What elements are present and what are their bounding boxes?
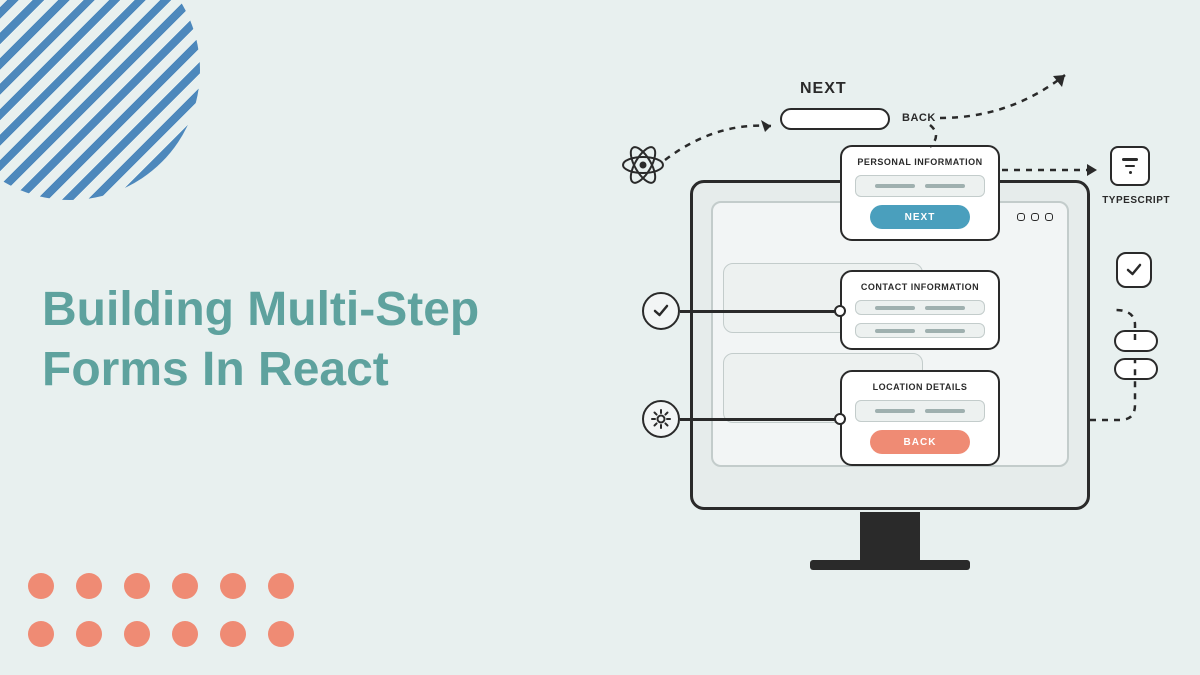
form-card-header: CONTACT INFORMATION	[861, 282, 979, 292]
typescript-icon	[1110, 146, 1150, 186]
form-field-placeholder	[855, 323, 985, 338]
dashed-path	[1090, 310, 1160, 430]
monitor-stand	[860, 512, 920, 562]
back-button: BACK	[870, 430, 970, 454]
monitor-base	[810, 560, 970, 570]
connector-line	[680, 418, 840, 421]
window-controls	[1017, 213, 1053, 221]
connector-line	[680, 310, 840, 313]
form-field-placeholder	[855, 300, 985, 315]
form-card-header: LOCATION DETAILS	[873, 382, 968, 392]
form-card-header: PERSONAL INFORMATION	[857, 157, 982, 167]
form-card-contact: CONTACT INFORMATION	[840, 270, 1000, 350]
checkmark-box-icon	[1116, 252, 1152, 288]
next-button: NEXT	[870, 205, 970, 229]
connector-dot	[834, 413, 846, 425]
form-card-personal: PERSONAL INFORMATION NEXT	[840, 145, 1000, 241]
back-label: BACK	[902, 112, 936, 124]
react-icon	[618, 140, 668, 190]
dashed-arrow	[940, 70, 1080, 140]
next-label: NEXT	[800, 80, 847, 98]
form-field-placeholder	[855, 175, 985, 197]
next-pill-button	[780, 108, 890, 130]
page-title: Building Multi-Step Forms In React	[42, 280, 602, 400]
stripes-decoration	[0, 0, 200, 200]
step-gear-icon	[642, 400, 680, 438]
illustration: NEXT BACK PERSONAL INFORMATION NEXT CONT…	[610, 60, 1170, 620]
step-checkmark-icon	[642, 292, 680, 330]
typescript-label: TYPESCRIPT	[1102, 195, 1170, 206]
connector-dot	[834, 305, 846, 317]
dashed-arrow	[665, 120, 785, 170]
dashed-path	[930, 125, 960, 150]
form-field-placeholder	[855, 400, 985, 422]
dashed-arrow	[1002, 160, 1112, 180]
dot-grid-decoration	[28, 573, 294, 647]
form-card-location: LOCATION DETAILS BACK	[840, 370, 1000, 466]
